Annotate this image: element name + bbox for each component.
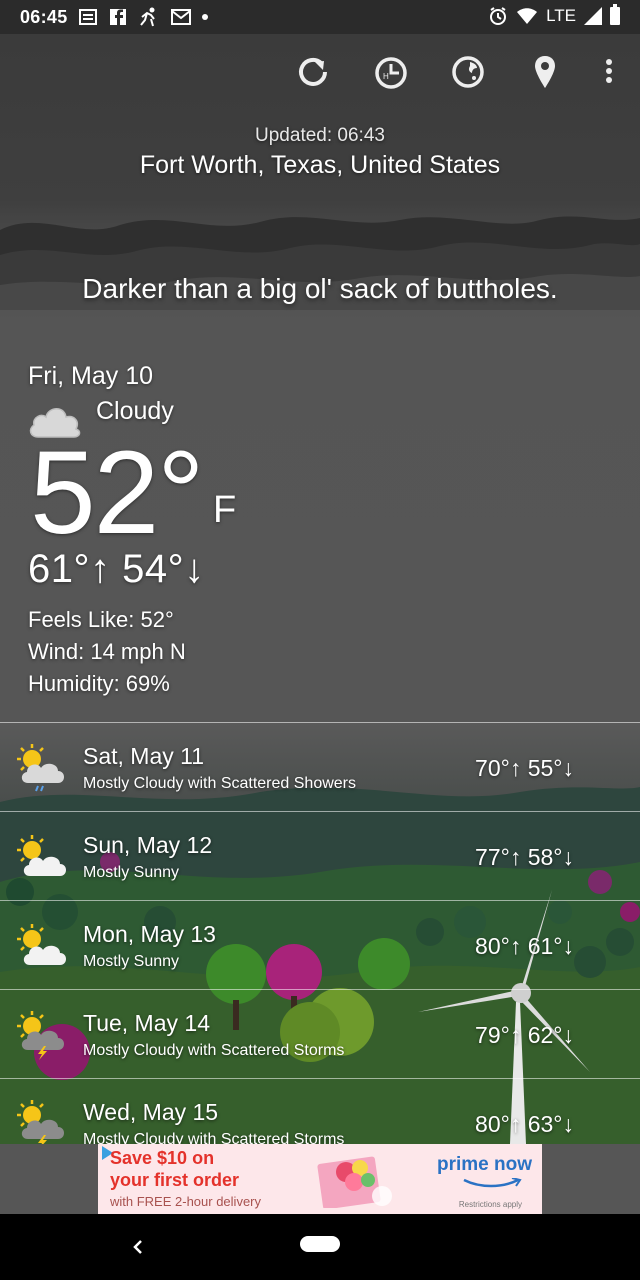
current-details: Feels Like: 52° Wind: 14 mph N Humidity:… <box>28 604 205 700</box>
updated-time: Updated: 06:43 <box>255 125 385 146</box>
news-icon <box>79 9 97 25</box>
more-vert-icon <box>606 59 612 83</box>
forecast-day: Tue, May 14 <box>83 1010 210 1036</box>
current-condition: Cloudy <box>96 397 174 425</box>
history-icon: H <box>375 57 407 89</box>
radar-button[interactable] <box>446 50 490 94</box>
temperature-row: 52° F <box>28 427 236 559</box>
forecast-description: Mostly Cloudy with Scattered Storms <box>83 1131 345 1144</box>
ad-brand: prime now <box>436 1154 532 1175</box>
sun-cloud-storm-icon <box>17 1100 65 1144</box>
alarm-icon <box>490 7 507 25</box>
forecast-day: Mon, May 13 <box>83 921 216 947</box>
status-bar: 06:45 LTE <box>0 0 640 34</box>
feels-like: Feels Like: 52° <box>28 607 174 632</box>
gift-box-image <box>317 1156 392 1208</box>
dot-icon <box>202 14 208 20</box>
svg-text:H: H <box>383 72 389 81</box>
ad-tagline: with FREE 2-hour delivery <box>110 1194 261 1209</box>
forecast-description: Mostly Cloudy with Scattered Storms <box>83 1042 345 1059</box>
status-right: LTE <box>488 4 620 26</box>
forecast-temps: 80°↑ 63°↓ <box>475 1111 574 1137</box>
current-temperature: 52° <box>30 427 204 559</box>
forecast-description: Mostly Sunny <box>83 953 180 970</box>
forecast-row[interactable]: Sun, May 12 Mostly Sunny 77°↑ 58°↓ <box>0 811 640 900</box>
wifi-icon <box>517 8 538 24</box>
forecast-temps: 77°↑ 58°↓ <box>475 844 574 870</box>
forecast-description: Mostly Cloudy with Scattered Showers <box>83 775 356 792</box>
network-type: LTE <box>546 6 576 25</box>
smile-arrow-icon <box>463 1178 522 1188</box>
more-options-button[interactable] <box>587 50 631 94</box>
weather-headline: Darker than a big ol' sack of buttholes. <box>82 273 558 304</box>
ad-banner[interactable]: Save $10 on your first order with FREE 2… <box>98 1144 542 1214</box>
signal-icon <box>584 7 602 25</box>
location-header: Updated: 06:43 Fort Worth, Texas, United… <box>0 125 640 180</box>
fitness-icon <box>140 7 155 27</box>
sun-cloud-rain-icon <box>17 744 65 792</box>
sun-cloud-icon <box>17 835 67 876</box>
radar-icon <box>452 56 484 88</box>
temperature-unit: F <box>213 489 237 531</box>
back-icon[interactable] <box>127 1234 149 1260</box>
refresh-icon <box>299 57 327 86</box>
home-button[interactable] <box>300 1236 340 1252</box>
navigation-bar <box>0 1214 640 1280</box>
forecast-row[interactable]: Mon, May 13 Mostly Sunny 80°↑ 61°↓ <box>0 900 640 989</box>
humidity: Humidity: 69% <box>28 671 170 696</box>
refresh-button[interactable] <box>291 50 335 94</box>
battery-icon <box>610 4 620 25</box>
forecast-row[interactable]: Wed, May 15 Mostly Cloudy with Scattered… <box>0 1078 640 1144</box>
forecast-temps: 79°↑ 62°↓ <box>475 1022 574 1048</box>
forecast-day: Sun, May 12 <box>83 832 213 858</box>
location-pin-icon <box>535 56 555 88</box>
forecast-day: Wed, May 15 <box>83 1099 219 1125</box>
sun-cloud-storm-icon <box>17 1011 65 1060</box>
forecast-list: Sat, May 11 Mostly Cloudy with Scattered… <box>0 722 640 1144</box>
gmail-icon <box>171 9 191 25</box>
location-name[interactable]: Fort Worth, Texas, United States <box>0 151 640 180</box>
location-button[interactable] <box>523 50 567 94</box>
toolbar: H <box>0 50 640 100</box>
history-button[interactable]: H <box>368 50 412 94</box>
forecast-row[interactable]: Sat, May 11 Mostly Cloudy with Scattered… <box>0 722 640 811</box>
forecast-temps: 80°↑ 61°↓ <box>475 933 574 959</box>
ad-headline: Save $10 on <box>110 1148 215 1168</box>
notification-icons <box>78 5 208 29</box>
forecast-description: Mostly Sunny <box>83 864 180 881</box>
wind: Wind: 14 mph N <box>28 639 186 664</box>
facebook-icon <box>110 9 126 25</box>
ad-fine-print: Restrictions apply <box>458 1200 522 1209</box>
sun-cloud-icon <box>17 924 67 965</box>
current-conditions: Fri, May 10 Cloudy 52° F 61°↑ 54°↓ Feels… <box>28 362 236 700</box>
weather-screen: 06:45 LTE H Updated: 06:43 Fort Worth, T… <box>0 0 640 1280</box>
forecast-temps: 70°↑ 55°↓ <box>475 755 574 781</box>
forecast-day: Sat, May 11 <box>83 743 205 769</box>
ad-subheadline: your first order <box>110 1170 240 1190</box>
forecast-row[interactable]: Tue, May 14 Mostly Cloudy with Scattered… <box>0 989 640 1078</box>
status-time: 06:45 <box>20 7 68 27</box>
current-date: Fri, May 10 <box>28 362 154 390</box>
